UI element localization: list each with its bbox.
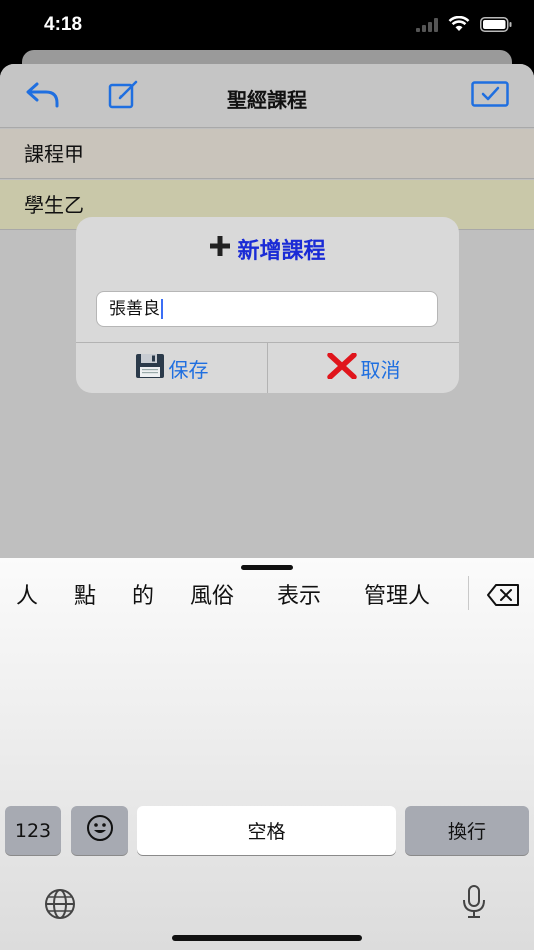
text-cursor — [161, 299, 163, 319]
globe-button[interactable] — [40, 888, 80, 924]
list-item[interactable]: 課程甲 — [0, 129, 534, 179]
emoji-key[interactable] — [71, 806, 128, 855]
course-name-value: 張善良 — [109, 299, 160, 319]
confirm-button[interactable] — [470, 78, 510, 114]
cellular-signal-icon — [416, 17, 438, 36]
battery-icon — [480, 16, 512, 36]
candidate-word[interactable]: 風俗 — [190, 578, 234, 610]
backspace-icon — [486, 584, 520, 611]
list-item-label: 課程甲 — [24, 142, 84, 166]
status-time: 4:18 — [44, 14, 83, 35]
return-key[interactable]: 換行 — [405, 806, 529, 855]
candidate-word[interactable]: 點 — [74, 578, 96, 610]
dictation-button[interactable] — [460, 884, 488, 924]
candidate-word[interactable]: 人 — [16, 578, 38, 610]
candidate-divider — [468, 576, 469, 610]
candidate-word[interactable]: 表示 — [277, 578, 321, 610]
emoji-icon — [86, 814, 114, 847]
wifi-icon — [448, 15, 470, 36]
space-key[interactable]: 空格 — [137, 806, 396, 855]
keyboard: 人 點 的 風俗 表示 管理人 123 空格 換行 — [0, 558, 534, 950]
course-name-input[interactable]: 張善良 — [96, 291, 438, 327]
numbers-key[interactable]: 123 — [5, 806, 61, 855]
microphone-icon — [460, 885, 488, 924]
keyboard-bottom-row: 123 空格 換行 — [0, 806, 534, 856]
home-indicator[interactable] — [172, 935, 362, 941]
save-label: 保存 — [168, 357, 209, 382]
status-icons — [416, 15, 512, 36]
list-item-label: 學生乙 — [24, 193, 84, 217]
candidate-word[interactable]: 管理人 — [364, 578, 430, 610]
plus-icon — [209, 235, 231, 263]
candidate-expand-handle[interactable] — [241, 565, 293, 570]
delete-button[interactable] — [486, 583, 520, 607]
checkbox-check-icon — [471, 81, 509, 111]
status-bar: 4:18 — [0, 0, 534, 55]
dialog-title-text: 新增課程 — [237, 239, 326, 264]
candidate-bar: 人 點 的 風俗 表示 管理人 — [0, 578, 534, 610]
navigation-bar: 聖經課程 — [0, 64, 534, 128]
candidate-word[interactable]: 的 — [132, 578, 154, 610]
save-button[interactable]: 保存 — [76, 343, 267, 393]
dialog-title: 新增課程 — [76, 233, 459, 265]
red-x-icon — [326, 351, 357, 384]
dialog-actions: 保存 取消 — [76, 342, 459, 393]
floppy-disk-icon — [135, 353, 165, 384]
page-title: 聖經課程 — [227, 88, 307, 112]
globe-icon — [40, 889, 80, 924]
cancel-label: 取消 — [360, 357, 401, 382]
add-course-dialog: 新增課程 張善良 保存 取消 — [76, 217, 459, 393]
cancel-button[interactable]: 取消 — [267, 343, 459, 393]
